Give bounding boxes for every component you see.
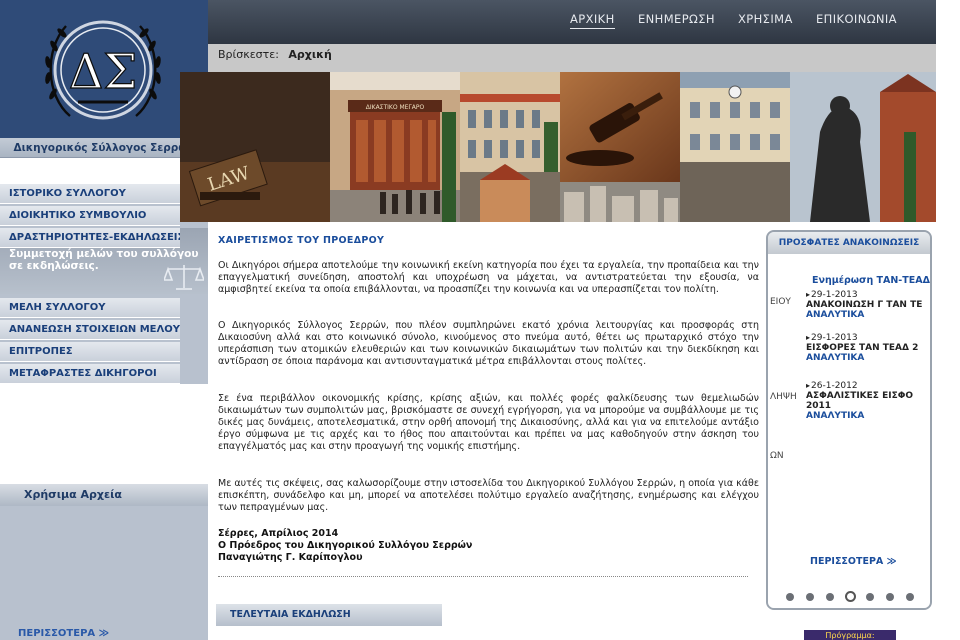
pager-dot[interactable] <box>786 593 794 601</box>
scales-of-justice-icon <box>164 265 204 290</box>
announcements-heading: ΠΡΟΣΦΑΤΕΣ ΑΝΑΚΟΙΝΩΣΕΙΣ <box>768 232 930 254</box>
announcement-item: 29-1-2013 ΑΝΑΚΟΙΝΩΣΗ Γ ΤΑΝ ΤΕ ΑΝΑΛΥΤΙΚΑ <box>806 290 930 320</box>
header-banner-collage: LAW ΔΙΚΑΣΤΙΚΟ ΜΕΓΑΡΟ <box>180 72 936 222</box>
announcement-details-link[interactable]: ΑΝΑΛΥΤΙΚΑ <box>806 411 930 421</box>
nav-home[interactable]: ΑΡΧΙΚΗ <box>570 12 615 29</box>
announcement-item: 26-1-2012 ΑΣΦΑΛΙΣΤΙΚΕΣ ΕΙΣΦΟ 2011 ΑΝΑΛΥΤ… <box>806 381 930 421</box>
article-paragraph-1: Οι Δικηγόροι σήμερα αποτελούμε την κοινω… <box>218 260 759 295</box>
right-margin <box>936 0 960 640</box>
announcement-title-line2: 2011 <box>806 401 832 411</box>
announcements-panel: ΠΡΟΣΦΑΤΕΣ ΑΝΑΚΟΙΝΩΣΕΙΣ Ενημέρωση ΤΑΝ-ΤΕΑ… <box>766 230 932 610</box>
nav-contact[interactable]: ΕΠΙΚΟΙΝΩΝΙΑ <box>816 12 897 26</box>
sidebar-blank-area <box>0 384 208 484</box>
bar-association-logo: ΔΣ <box>45 20 161 120</box>
last-event-heading: ΤΕΛΕΥΤΑΙΑ ΕΚΔΗΛΩΣΗ <box>216 604 442 626</box>
announcement-details-link[interactable]: ΑΝΑΛΥΤΙΚΑ <box>806 353 930 363</box>
pager-dot[interactable] <box>806 593 814 601</box>
left-sidebar: ΔΣ Δικηγορικός Σύλλογος Σερρών ΙΣΤΟΡΙΚΟ … <box>0 0 208 640</box>
sidebar-item-translator-lawyers[interactable]: ΜΕΤΑΦΡΑΣΤΕΣ ΔΙΚΗΓΟΡΟΙ <box>0 364 180 384</box>
announcement-date: 29-1-2013 <box>806 333 858 343</box>
breadcrumb-prefix: Βρίσκεστε: <box>218 48 279 61</box>
signature-role: Ο Πρόεδρος του Δικηγορικού Συλλόγου Σερρ… <box>218 540 473 551</box>
right-column: ΠΡΟΣΦΑΤΕΣ ΑΝΑΚΟΙΝΩΣΕΙΣ Ενημέρωση ΤΑΝ-ΤΕΑ… <box>762 222 936 640</box>
banner-court-sign: ΔΙΚΑΣΤΙΚΟ ΜΕΓΑΡΟ <box>366 104 425 111</box>
announcement-date: 29-1-2013 <box>806 290 858 300</box>
breadcrumb: Βρίσκεστε: Αρχική <box>208 44 936 72</box>
sidebar-feature-block: ΔΡΑΣΤΗΡΙΟΤΗΤΕΣ-ΕΚΔΗΛΩΣΕΙΣ Συμμετοχή μελώ… <box>0 228 208 294</box>
logo-area[interactable]: ΔΣ <box>0 0 208 138</box>
article-paragraph-3: Σε ένα περιβάλλον οικονομικής κρίσης, κρ… <box>218 393 759 452</box>
announcement-item: 29-1-2013 ΕΙΣΦΟΡΕΣ ΤΑΝ ΤΕΑΔ 2 ΑΝΑΛΥΤΙΚΑ <box>806 333 930 363</box>
pager-dot[interactable] <box>866 593 874 601</box>
pager-dot[interactable] <box>826 593 834 601</box>
announcements-subtitle[interactable]: Ενημέρωση ΤΑΝ-ΤΕΑΔ <box>812 275 930 286</box>
announcement-date: 26-1-2012 <box>806 381 858 391</box>
useful-files-more-link[interactable]: ΠΕΡΙΣΣΟΤΕΡΑ ≫ <box>18 628 109 639</box>
sidebar-item-history[interactable]: ΙΣΤΟΡΙΚΟ ΣΥΛΛΟΓΟΥ <box>0 184 180 204</box>
sidebar-item-committees[interactable]: ΕΠΙΤΡΟΠΕΣ <box>0 342 180 362</box>
org-name: Δικηγορικός Σύλλογος Σερρών <box>0 138 208 158</box>
sidebar-item-members[interactable]: ΜΕΛΗ ΣΥΛΛΟΓΟΥ <box>0 298 180 318</box>
announcement-title: ΕΙΣΦΟΡΕΣ ΤΑΝ ΤΕΑΔ 2 <box>806 343 919 353</box>
sidebar-item-board[interactable]: ΔΙΟΙΚΗΤΙΚΟ ΣΥΜΒΟΥΛΙΟ <box>0 206 180 226</box>
announcements-list: Ενημέρωση ΤΑΝ-ΤΕΑΔ ΕΙΟΥ ΛΗΨΗ ΩΝ 29-1-201… <box>768 254 930 608</box>
announcements-pager <box>786 590 916 604</box>
sidebar-item-update-member-data[interactable]: ΑΝΑΝΕΩΣΗ ΣΤΟΙΧΕΙΩΝ ΜΕΛΟΥΣ <box>0 320 180 340</box>
pager-dot[interactable] <box>906 593 914 601</box>
sidebar-item-activities[interactable]: ΔΡΑΣΤΗΡΙΟΤΗΤΕΣ-ΕΚΔΗΛΩΣΕΙΣ <box>0 228 180 248</box>
logo-letters: ΔΣ <box>69 44 138 100</box>
announcement-title: ΑΣΦΑΛΙΣΤΙΚΕΣ ΕΙΣΦΟ <box>806 391 914 401</box>
nav-useful[interactable]: ΧΡΗΣΙΜΑ <box>738 12 793 26</box>
announcements-more-link[interactable]: ΠΕΡΙΣΣΟΤΕΡΑ ≫ <box>810 556 897 567</box>
signature-name: Παναγιώτης Γ. Καρίπογλου <box>218 552 363 563</box>
content-divider <box>218 576 748 577</box>
pager-dot[interactable] <box>845 591 856 602</box>
announcement-title: ΑΝΑΚΟΙΝΩΣΗ Γ ΤΑΝ ΤΕ <box>806 300 923 310</box>
announcement-ghost-text: ΛΗΨΗ <box>770 392 797 402</box>
breadcrumb-current[interactable]: Αρχική <box>288 48 331 61</box>
announcement-details-link[interactable]: ΑΝΑΛΥΤΙΚΑ <box>806 310 930 320</box>
banner-image: LAW ΔΙΚΑΣΤΙΚΟ ΜΕΓΑΡΟ <box>180 72 936 222</box>
article-paragraph-4: Με αυτές τις σκέψεις, σας καλωσορίζουμε … <box>218 478 759 513</box>
article-title: ΧΑΙΡΕΤΙΣΜΟΣ ΤΟΥ ΠΡΟΕΔΡΟΥ <box>218 235 385 246</box>
article-paragraph-2: Ο Δικηγορικός Σύλλογος Σερρών, που πλέον… <box>218 320 759 367</box>
sidebar-spacer <box>0 158 208 184</box>
top-navigation: ΑΡΧΙΚΗ ΕΝΗΜΕΡΩΣΗ ΧΡΗΣΙΜΑ ΕΠΙΚΟΙΝΩΝΙΑ <box>208 0 936 44</box>
useful-files-heading: Χρήσιμα Αρχεία <box>0 484 208 506</box>
program-badge[interactable]: Πρόγραμμα: <box>804 630 896 640</box>
main-content: ΧΑΙΡΕΤΙΣΜΟΣ ΤΟΥ ΠΡΟΕΔΡΟΥ Οι Δικηγόροι σή… <box>208 222 762 640</box>
announcement-ghost-text: ΩΝ <box>770 451 784 461</box>
nav-news[interactable]: ΕΝΗΜΕΡΩΣΗ <box>638 12 715 26</box>
article-signature: Σέρρες, Απρίλιος 2014 Ο Πρόεδρος του Δικ… <box>218 528 472 564</box>
signature-place-date: Σέρρες, Απρίλιος 2014 <box>218 528 339 539</box>
announcement-ghost-text: ΕΙΟΥ <box>770 297 791 307</box>
pager-dot[interactable] <box>886 593 894 601</box>
